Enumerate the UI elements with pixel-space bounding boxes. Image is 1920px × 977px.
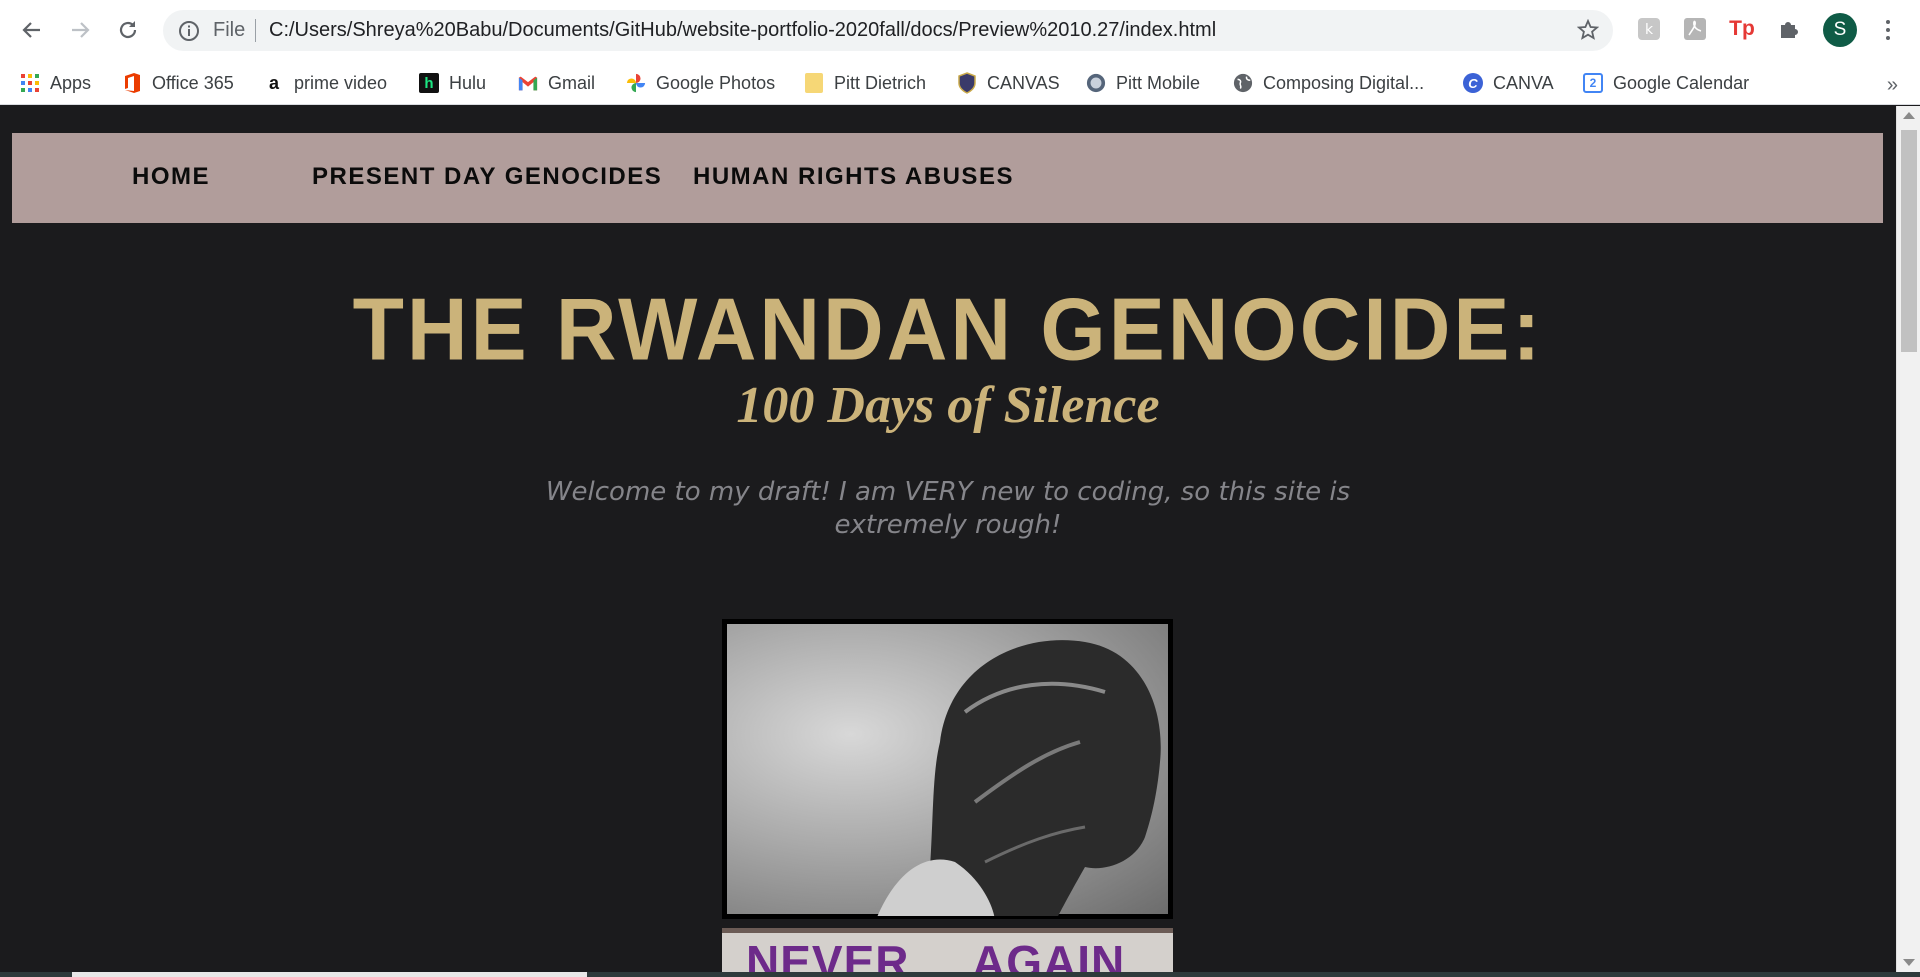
bookmark-label: prime video [294,72,388,93]
office-icon [122,73,142,93]
bookmark-label: Office 365 [152,72,234,93]
info-icon[interactable] [178,20,200,47]
pdf-icon[interactable] [1681,15,1709,43]
bookmark-label: Hulu [449,72,487,93]
horizontal-scrollbar[interactable] [0,972,1920,977]
banner-text-again: AGAIN [972,936,1126,972]
nav-home-link[interactable]: HOME [132,163,210,191]
horizontal-scrollbar-thumb[interactable] [72,972,587,977]
amazon-icon: a [268,72,279,93]
bookmark-label: Apps [50,72,92,93]
arrow-right-icon [72,22,90,38]
bookmark-star-icon[interactable] [1576,18,1600,46]
bookmark-label: CANVAS [987,72,1060,93]
back-button[interactable] [14,12,50,48]
photos-icon [626,73,646,93]
site-navbar: HOME PRESENT DAY GENOCIDES HUMAN RIGHTS … [12,133,1883,223]
puzzle-icon[interactable] [1775,15,1803,43]
arrow-left-icon [22,22,40,38]
hulu-icon: h [419,73,439,93]
bookmark-label: CANVA [1493,72,1554,93]
reload-icon [119,21,137,39]
url-text[interactable]: C:/Users/Shreya%20Babu/Documents/GitHub/… [269,19,1216,42]
calendar-icon: 2 [1583,73,1603,93]
canva-icon: C [1463,73,1483,93]
address-bar[interactable]: File C:/Users/Shreya%20Babu/Documents/Gi… [163,10,1613,51]
bookmark-canvas[interactable]: CANVAS [957,67,1060,99]
bookmark-office-365[interactable]: Office 365 [122,67,234,99]
folder-icon [804,73,824,93]
bookmark-label: Google Photos [656,72,776,93]
scroll-down-arrow-icon[interactable] [1903,959,1915,966]
knoji-icon[interactable]: k [1635,15,1663,43]
bookmark-google-photos[interactable]: Google Photos [626,67,775,99]
welcome-text: Welcome to my draft! I am VERY new to co… [545,477,1351,540]
tp-icon[interactable]: Tp [1728,15,1756,43]
seal-icon [1086,73,1106,93]
bookmark-canva[interactable]: C CANVA [1463,67,1554,99]
bookmark-google-calendar[interactable]: 2 Google Calendar [1583,67,1749,99]
page-title: THE RWANDAN GENOCIDE: [352,279,1544,379]
bookmark-apps[interactable]: Apps [20,67,91,99]
bookmark-hulu[interactable]: h Hulu [419,67,486,99]
svg-text:k: k [1645,22,1654,38]
bookmarks-bar: Apps Office 365 a prime video h Hulu Gma… [0,61,1920,105]
gmail-icon [518,73,538,93]
page-subtitle: 100 Days of Silence [736,377,1160,434]
apps-grid-icon [20,73,40,93]
reload-button[interactable] [110,12,146,48]
bookmark-label: Google Calendar [1613,72,1750,93]
bookmark-label: Pitt Dietrich [834,72,927,93]
file-scheme-label: File [213,19,246,41]
profile-avatar[interactable]: S [1823,13,1857,47]
page-viewport: HOME PRESENT DAY GENOCIDES HUMAN RIGHTS … [0,106,1896,972]
browser-menu-icon[interactable] [1876,14,1900,46]
bookmark-label: Gmail [548,72,596,93]
nav-human-rights-abuses-link[interactable]: HUMAN RIGHTS ABUSES [693,163,1014,191]
address-divider [255,19,256,42]
forward-button[interactable] [62,12,98,48]
bookmark-pitt-dietrich[interactable]: Pitt Dietrich [804,67,926,99]
never-again-banner-image: NEVER AGAIN [722,928,1173,972]
survivor-portrait-image [722,619,1173,919]
scroll-up-arrow-icon[interactable] [1903,112,1915,119]
bookmark-label: Pitt Mobile [1116,72,1201,93]
bookmark-composing-digital[interactable]: Composing Digital... [1233,67,1424,99]
nav-present-day-genocides-link[interactable]: PRESENT DAY GENOCIDES [312,163,662,191]
bookmark-pitt-mobile[interactable]: Pitt Mobile [1086,67,1200,99]
bookmark-label: Composing Digital... [1263,72,1425,93]
bookmark-prime-video[interactable]: a prime video [264,67,387,99]
globe-icon [1233,73,1253,93]
bookmarks-overflow-button[interactable]: » [1887,74,1898,97]
vertical-scrollbar[interactable] [1896,106,1920,972]
bookmark-gmail[interactable]: Gmail [518,67,595,99]
banner-text-never: NEVER [746,936,910,972]
browser-toolbar: File C:/Users/Shreya%20Babu/Documents/Gi… [0,0,1920,61]
shield-icon [957,72,977,94]
scrollbar-thumb[interactable] [1901,130,1917,352]
